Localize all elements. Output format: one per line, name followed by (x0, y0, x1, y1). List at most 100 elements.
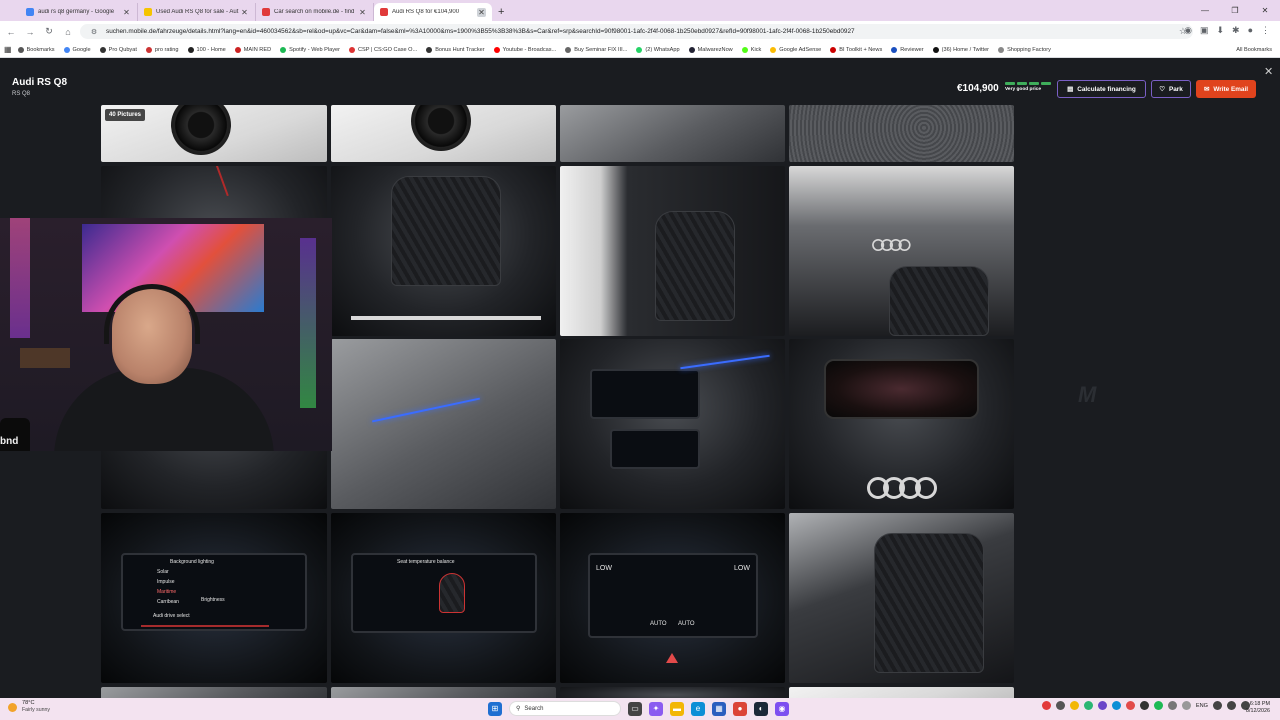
media-icon[interactable]: ◉ (1184, 25, 1192, 36)
downloads-icon[interactable]: ⬇ (1216, 25, 1224, 36)
bookmark-item[interactable]: BI Toolkit + News (830, 46, 882, 53)
tray-app-icon[interactable] (1139, 701, 1149, 710)
volume-icon[interactable] (1227, 701, 1236, 710)
task-view-icon[interactable]: ▭ (628, 701, 642, 716)
bookmark-favicon-icon (99, 46, 106, 53)
wifi-icon[interactable] (1213, 701, 1222, 710)
store-icon[interactable]: ▦ (712, 701, 726, 716)
tab-close-icon[interactable]: ✕ (477, 7, 486, 17)
bookmark-item[interactable]: Reviewer (891, 46, 924, 53)
gallery-photo[interactable]: Background lighting Solar Impulse Mariti… (101, 513, 327, 683)
tray-app-icon[interactable] (1125, 701, 1135, 710)
menu-dots-icon[interactable]: ⋮ (1261, 25, 1270, 36)
bookmark-label: CSP | CS:GO Case O... (358, 46, 418, 53)
address-bar[interactable]: ⚙ suchen.mobile.de/fahrzeuge/details.htm… (80, 24, 1193, 39)
park-button[interactable]: ♡ Park (1151, 80, 1191, 98)
site-info-icon[interactable]: ⚙ (86, 28, 102, 36)
close-window-button[interactable]: ✕ (1250, 6, 1280, 15)
tray-app-icon[interactable] (1167, 701, 1177, 710)
bookmark-item[interactable]: Shopping Factory (998, 46, 1051, 53)
chevron-up-icon[interactable] (1181, 701, 1191, 710)
home-icon[interactable]: ⌂ (60, 27, 76, 37)
gallery-photo[interactable] (789, 513, 1014, 683)
browser-tab[interactable]: audi rs q8 germany - Google ✕ (20, 3, 138, 21)
tray-app-icon[interactable] (1055, 701, 1065, 710)
park-label: Park (1168, 85, 1183, 93)
bookmark-item[interactable]: Bonus Hunt Tracker (426, 46, 485, 53)
gallery-photo[interactable] (789, 339, 1014, 509)
bookmark-item[interactable]: (36) Home / Twitter (932, 46, 989, 53)
calculate-financing-button[interactable]: ▤ Calculate financing (1057, 80, 1146, 98)
extension-icon[interactable]: ▣ (1200, 25, 1209, 36)
steam-icon[interactable]: ◐ (754, 701, 768, 716)
windows-start-icon[interactable]: ⊞ (488, 701, 502, 716)
bookmark-item[interactable]: Youtube - Broadcas... (493, 46, 557, 53)
tray-app-icon[interactable] (1111, 701, 1121, 710)
tab-close-icon[interactable]: ✕ (240, 8, 249, 17)
back-arrow-icon[interactable]: ← (3, 27, 19, 37)
bookmark-item[interactable]: Pro Qubyat (99, 46, 137, 53)
bookmark-item[interactable]: Buy Seminar FIX III... (565, 46, 627, 53)
tray-app-icon[interactable] (1083, 701, 1093, 710)
write-email-button[interactable]: ✉ Write Email (1196, 80, 1256, 98)
bookmark-item[interactable]: CSP | CS:GO Case O... (349, 46, 418, 53)
browser-tab[interactable]: Car search on mobile.de - find ✕ (256, 3, 374, 21)
chrome-icon[interactable]: ● (733, 701, 747, 716)
bookmark-item[interactable]: 100 - Home (187, 46, 226, 53)
bookmark-item[interactable]: MAIN RED (234, 46, 271, 53)
gallery-photo[interactable] (331, 166, 556, 336)
gallery-photo[interactable]: Seat temperature balance (331, 513, 556, 683)
close-gallery-icon[interactable]: ✕ (1264, 65, 1273, 78)
weather-widget[interactable]: 78°C Fairly sunny (8, 700, 50, 714)
webcam-overlay: bnd (0, 218, 332, 451)
gallery-photo[interactable] (789, 166, 1014, 336)
tray-app-icon[interactable] (1041, 701, 1051, 710)
bookmark-favicon-icon (688, 46, 695, 53)
all-bookmarks-link[interactable]: All Bookmarks (1236, 47, 1272, 53)
tray-app-icon[interactable] (1153, 701, 1163, 710)
tab-close-icon[interactable]: ✕ (358, 8, 367, 17)
forward-arrow-icon[interactable]: → (22, 27, 38, 37)
bookmark-item[interactable]: Bookmarks (17, 46, 55, 53)
apps-grid-icon[interactable]: ▦ (4, 45, 12, 54)
extensions-puzzle-icon[interactable]: ✱ (1232, 25, 1240, 36)
tray-app-icon[interactable] (1097, 701, 1107, 710)
tab-close-icon[interactable]: ✕ (122, 8, 131, 17)
bookmark-item[interactable]: Google AdSense (770, 46, 821, 53)
edge-icon[interactable]: e (691, 701, 705, 716)
bookmark-favicon-icon (63, 46, 70, 53)
sun-icon (8, 702, 17, 712)
gallery-photo[interactable] (560, 105, 785, 162)
maximize-button[interactable]: ❐ (1220, 6, 1250, 15)
gallery-photo[interactable] (331, 339, 556, 509)
bookmark-item[interactable]: Spotify - Web Player (280, 46, 340, 53)
mobilede-favicon-icon (380, 8, 388, 16)
gallery-photo[interactable] (331, 105, 556, 162)
reload-icon[interactable]: ↻ (41, 26, 57, 37)
gallery-photo[interactable] (789, 105, 1014, 162)
profile-avatar-icon[interactable]: ● (1248, 25, 1253, 36)
url-text[interactable]: suchen.mobile.de/fahrzeuge/details.html?… (106, 28, 1179, 35)
new-tab-button[interactable]: + (498, 3, 504, 21)
gallery-photo[interactable] (560, 339, 785, 509)
tray-app-icon[interactable] (1069, 701, 1079, 710)
gallery-photo[interactable] (560, 166, 785, 336)
language-indicator[interactable]: ENG (1196, 703, 1208, 709)
file-explorer-icon[interactable]: ▬ (670, 701, 684, 716)
taskbar-search[interactable]: ⚲ Search (509, 701, 621, 716)
taskbar-clock[interactable]: 6:18 PM 8/12/2026 (1246, 701, 1270, 715)
browser-tab[interactable]: Used Audi RS Q8 for sale - Aut ✕ (138, 3, 256, 21)
discord-icon[interactable]: ◉ (775, 701, 789, 716)
gallery-photo[interactable]: 40 Pictures (101, 105, 327, 162)
bookmark-item[interactable]: MalwarezNow (688, 46, 733, 53)
copilot-icon[interactable]: ✦ (649, 701, 663, 716)
gallery-photo[interactable]: LOW LOW AUTO AUTO (560, 513, 785, 683)
bookmark-item[interactable]: Kick (741, 46, 761, 53)
bookmark-item[interactable]: (2) WhatsApp (636, 46, 680, 53)
bookmark-item[interactable]: Google (63, 46, 91, 53)
bookmark-item[interactable]: pro rating (145, 46, 179, 53)
minimize-button[interactable]: — (1190, 6, 1220, 15)
car-subtitle: RS Q8 (12, 91, 31, 97)
bookmark-label: Youtube - Broadcas... (502, 46, 557, 53)
browser-tab-active[interactable]: Audi RS Q8 for €104,900 ✕ (374, 3, 492, 21)
